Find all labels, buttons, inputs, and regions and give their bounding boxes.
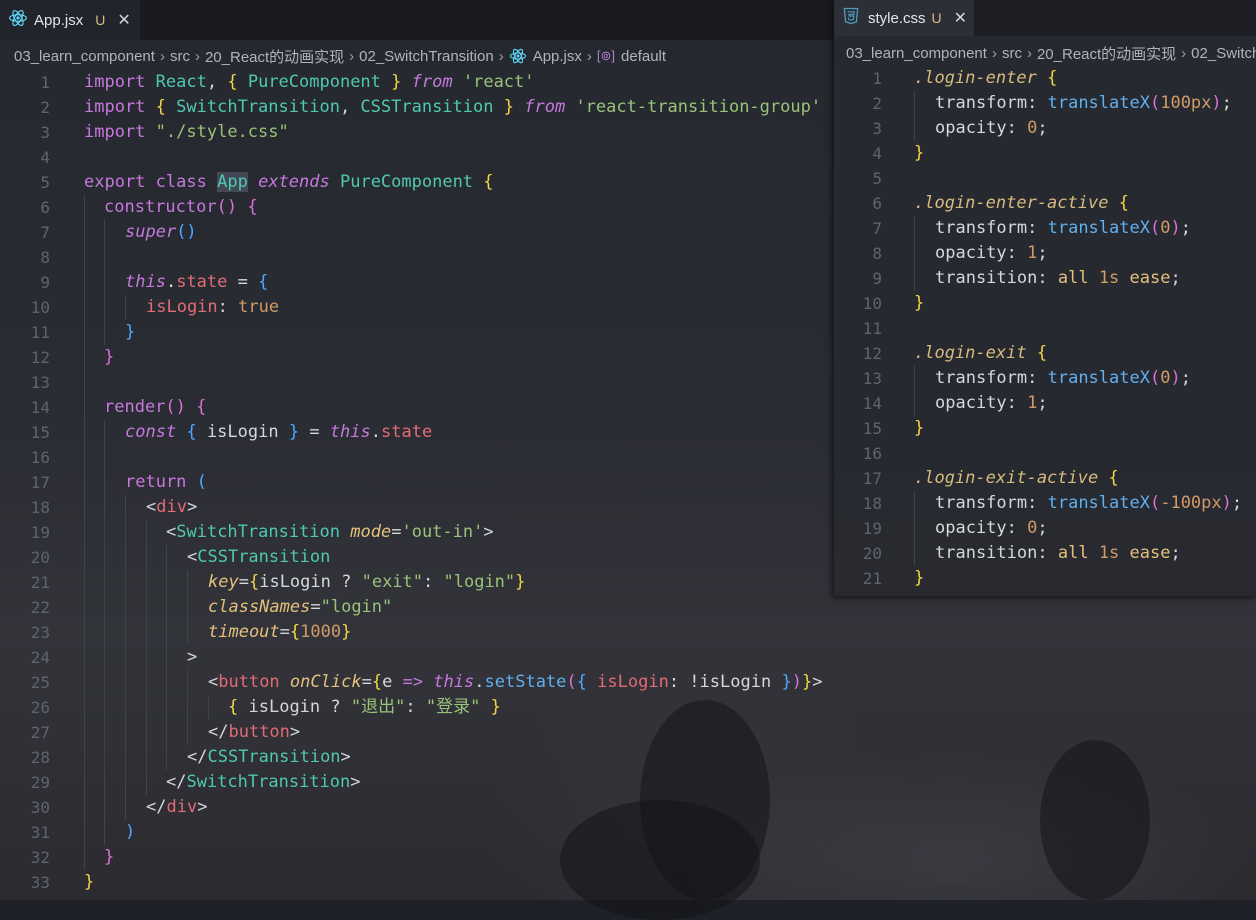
breadcrumb-item[interactable]: 03_learn_component — [846, 45, 987, 62]
symbol-icon: [⊚] — [596, 48, 616, 63]
code-line: 11 — [862, 319, 882, 338]
breadcrumb-item[interactable]: default — [621, 48, 666, 65]
react-icon — [8, 8, 28, 32]
chevron-right-icon: › — [586, 47, 592, 65]
chevron-right-icon: › — [498, 47, 504, 65]
untracked-badge: U — [931, 10, 942, 26]
code-line: 29 </SwitchTransition> — [0, 770, 1256, 795]
chevron-right-icon: › — [1181, 44, 1187, 62]
react-icon — [509, 47, 527, 65]
code-line: 28 </CSSTransition> — [0, 745, 1256, 770]
code-line: 30 </div> — [0, 795, 1256, 820]
code-line: 17 .login-exit-active { — [862, 468, 1119, 488]
breadcrumb-item[interactable]: 02_SwitchTransition — [359, 48, 494, 65]
code-line: 4} — [872, 143, 925, 163]
code-line: 9 transition: all 1s ease; — [834, 266, 1256, 291]
code-line: 21} — [862, 568, 925, 588]
breadcrumb-item[interactable]: src — [1002, 45, 1022, 62]
breadcrumb-item[interactable]: 20_React的动画实现 — [205, 46, 344, 67]
code-line: 2 transform: translateX(100px); — [834, 91, 1256, 116]
code-line: 20 transition: all 1s ease; — [834, 541, 1256, 566]
code-line: 26{ isLogin ? "退出": "登录" } — [0, 695, 1256, 720]
code-line: 32} — [0, 845, 1256, 870]
code-line: 10} — [862, 293, 925, 313]
code-line: 31) — [0, 820, 1256, 845]
tab-label: App.jsx — [34, 11, 84, 29]
breadcrumb-item[interactable]: 02_SwitchTransition — [1191, 45, 1256, 62]
code-line: 27 </button> — [0, 720, 1256, 745]
code-line: 1 .login-enter { — [872, 68, 1058, 88]
code-line: 24 > — [0, 645, 1256, 670]
tab-app-jsx[interactable]: App.jsx U ✕ — [0, 0, 140, 40]
code-line: 22 classNames="login" — [0, 595, 1256, 620]
untracked-badge: U — [95, 12, 106, 28]
code-line: 14 opacity: 1; — [834, 391, 1256, 416]
breadcrumb-item[interactable]: App.jsx — [533, 48, 582, 65]
css-breadcrumb: 03_learn_component › src › 20_React的动画实现 › … — [834, 42, 1256, 64]
tab-label: style.css — [868, 9, 926, 27]
css-editor: style.css U ✕ 03_learn_component › src › 2… — [834, 0, 1256, 596]
chevron-right-icon: › — [194, 47, 200, 65]
code-line: 7 transform: translateX(0); — [834, 216, 1256, 241]
code-line: 3 opacity: 0; — [834, 116, 1256, 141]
code-line: 18 transform: translateX(-100px); — [834, 491, 1256, 516]
css3-icon — [840, 6, 862, 30]
code-line: 13 transform: translateX(0); — [834, 366, 1256, 391]
code-line: 5 — [872, 169, 882, 188]
code-line: 8 opacity: 1; — [834, 241, 1256, 266]
main-tabbar: App.jsx U ✕ — [0, 0, 834, 40]
code-line: 16 — [862, 444, 882, 463]
chevron-right-icon: › — [349, 47, 355, 65]
code-line: 15} — [862, 418, 925, 438]
close-icon[interactable]: ✕ — [954, 8, 967, 28]
breadcrumb-item[interactable]: src — [170, 48, 190, 65]
css-tabbar: style.css U ✕ — [834, 0, 1256, 36]
chevron-right-icon: › — [159, 47, 165, 65]
code-line: 33} — [30, 872, 95, 892]
tab-style-css[interactable]: style.css U ✕ — [834, 0, 974, 36]
breadcrumb-item[interactable]: 03_learn_component — [14, 48, 155, 65]
breadcrumb-item[interactable]: 20_React的动画实现 — [1037, 43, 1176, 64]
code-line: 6 .login-enter-active { — [872, 193, 1129, 213]
code-line: 19 opacity: 0; — [834, 516, 1256, 541]
breadcrumb: 03_learn_component › src › 20_React的动画实现 › … — [0, 44, 834, 68]
code-line: 12 .login-exit { — [862, 343, 1048, 363]
chevron-right-icon: › — [991, 44, 997, 62]
close-icon[interactable]: ✕ — [117, 10, 130, 30]
chevron-right-icon: › — [1026, 44, 1032, 62]
code-line: 23 timeout={1000} — [0, 620, 1256, 645]
css-code-area[interactable]: 1 .login-enter { 2 transform: translateX(1… — [834, 66, 1256, 591]
code-line: 25 <button onClick={e => this.setState({ … — [0, 670, 1256, 695]
